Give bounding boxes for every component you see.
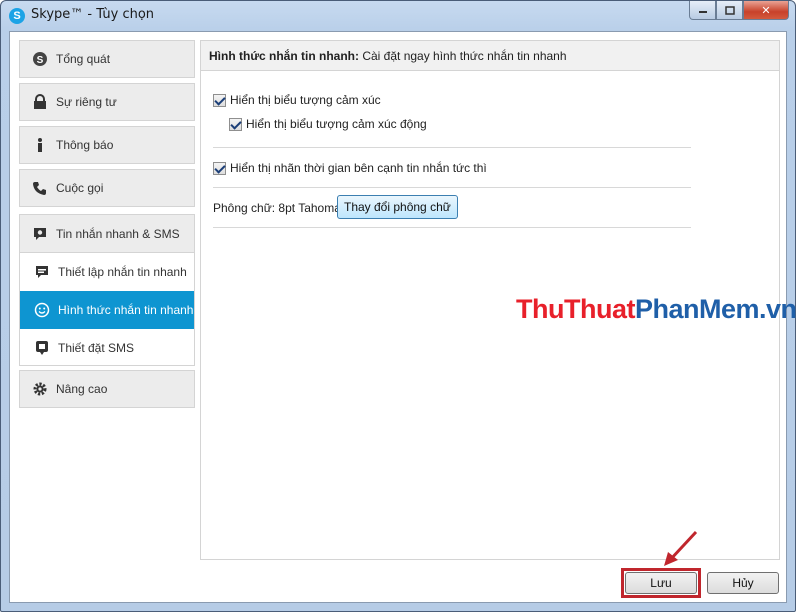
sidebar-item-label: Nâng cao [56, 382, 108, 396]
client-area: S Tổng quát Sự riêng tư Thông báo Cuộc g… [9, 31, 796, 603]
window-controls: ✕ [689, 1, 789, 21]
divider [213, 227, 691, 228]
info-icon [32, 137, 48, 153]
speech-bubble-icon [34, 264, 50, 280]
skype-app-icon: S [9, 8, 25, 24]
options-window: S Skype™ - Tùy chọn ✕ S Tổng quát Sự riê… [0, 0, 796, 612]
minimize-button[interactable] [689, 1, 716, 20]
close-button[interactable]: ✕ [743, 1, 789, 20]
svg-text:S: S [37, 55, 44, 66]
option-label: Hiển thị biểu tượng cảm xúc [230, 93, 381, 107]
sidebar-item-calls[interactable]: Cuộc gọi [19, 169, 195, 207]
change-font-button[interactable]: Thay đổi phông chữ [337, 195, 458, 219]
divider [213, 187, 691, 188]
panel-header: Hình thức nhắn tin nhanh: Cài đặt ngay h… [201, 41, 779, 71]
sidebar-item-label: Thông báo [56, 138, 114, 152]
sidebar-item-advanced[interactable]: Nâng cao [19, 370, 195, 408]
panel-description: Cài đặt ngay hình thức nhắn tin nhanh [359, 49, 567, 63]
font-setting-row: Phông chữ: 8pt Tahoma [213, 201, 341, 215]
option-show-timestamps[interactable]: Hiển thị nhãn thời gian bên cạnh tin nhắ… [213, 161, 487, 175]
close-icon: ✕ [761, 4, 771, 17]
sidebar-group-im-sms: Tin nhắn nhanh & SMS Thiết lập nhắn tin … [19, 214, 195, 366]
sidebar-item-notifications[interactable]: Thông báo [19, 126, 195, 164]
sidebar-subitem-label: Hình thức nhắn tin nhanh [58, 303, 194, 317]
sidebar-subitem-im-appearance[interactable]: Hình thức nhắn tin nhanh [20, 291, 194, 329]
maximize-button[interactable] [716, 1, 743, 20]
sidebar-subitem-sms-settings[interactable]: Thiết đặt SMS [20, 329, 194, 367]
sidebar-subitem-im-settings[interactable]: Thiết lập nhắn tin nhanh [20, 253, 194, 291]
pointer-arrow-icon [664, 530, 698, 566]
option-show-animated-emoticons[interactable]: Hiển thị biểu tượng cảm xúc động [229, 117, 427, 131]
panel-title: Hình thức nhắn tin nhanh: [209, 49, 359, 63]
sms-icon [34, 340, 50, 356]
sidebar-item-label: Tin nhắn nhanh & SMS [56, 226, 180, 241]
option-show-emoticons[interactable]: Hiển thị biểu tượng cảm xúc [213, 93, 381, 107]
show-emoticons-checkbox[interactable] [213, 93, 226, 107]
smiley-icon [34, 302, 50, 318]
watermark-part: ThuThuat [516, 294, 635, 324]
phone-icon [32, 180, 48, 196]
divider [213, 147, 691, 148]
option-label: Hiển thị nhãn thời gian bên cạnh tin nhắ… [230, 161, 487, 175]
gear-icon [32, 381, 48, 397]
save-button[interactable]: Lưu [625, 572, 697, 594]
cancel-button[interactable]: Hủy [707, 572, 779, 594]
watermark: ThuThuatPhanMem.vn [516, 294, 796, 325]
sidebar-item-privacy[interactable]: Sự riêng tư [19, 83, 195, 121]
sidebar-item-im-sms[interactable]: Tin nhắn nhanh & SMS [20, 215, 194, 253]
sidebar-item-label: Sự riêng tư [56, 95, 117, 109]
gear-chat-icon [32, 226, 48, 242]
sidebar-subitem-label: Thiết lập nhắn tin nhanh [58, 265, 187, 279]
sidebar: S Tổng quát Sự riêng tư Thông báo Cuộc g… [10, 32, 200, 602]
sidebar-item-label: Tổng quát [56, 52, 111, 66]
sidebar-subitem-label: Thiết đặt SMS [58, 341, 135, 355]
lock-icon [32, 94, 48, 110]
show-animated-emoticons-checkbox[interactable] [229, 117, 242, 131]
skype-icon: S [32, 51, 48, 67]
font-label: Phông chữ: 8pt Tahoma [213, 201, 341, 215]
title-bar[interactable]: S Skype™ - Tùy chọn ✕ [1, 1, 795, 31]
sidebar-item-general[interactable]: S Tổng quát [19, 40, 195, 78]
watermark-part: PhanMem [634, 294, 760, 324]
option-label: Hiển thị biểu tượng cảm xúc động [246, 117, 427, 131]
sidebar-item-label: Cuộc gọi [56, 181, 104, 195]
show-timestamps-checkbox[interactable] [213, 161, 226, 175]
watermark-part: .vn [759, 294, 796, 324]
minimize-icon [698, 11, 707, 13]
maximize-icon [724, 5, 735, 15]
window-title: Skype™ - Tùy chọn [31, 7, 155, 22]
